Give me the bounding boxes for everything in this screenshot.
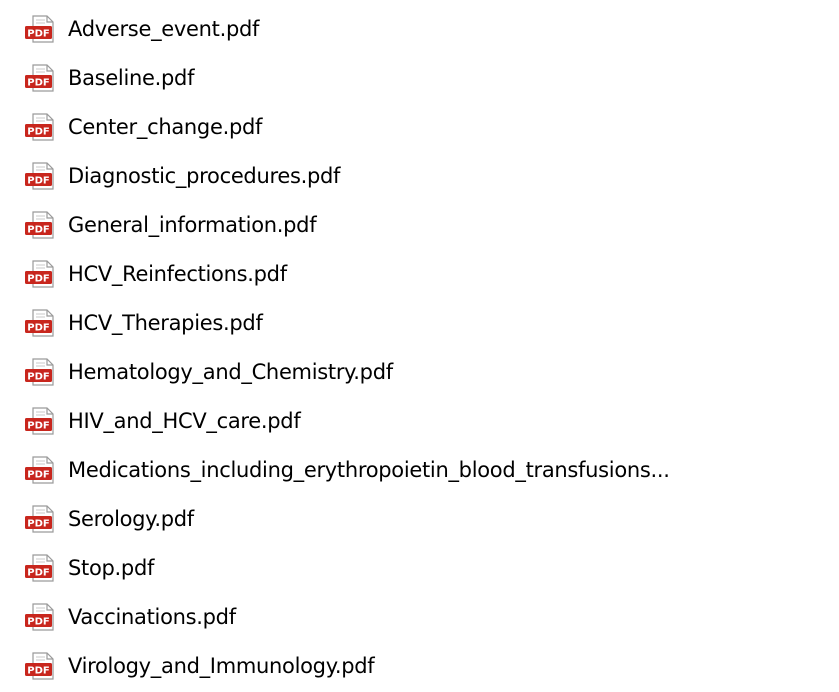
file-name: Center_change.pdf bbox=[68, 115, 263, 139]
pdf-file-icon: PDF bbox=[24, 309, 58, 337]
pdf-file-icon: PDF bbox=[24, 554, 58, 582]
pdf-badge-label: PDF bbox=[27, 617, 49, 628]
file-item[interactable]: PDF Stop.pdf bbox=[24, 546, 824, 590]
pdf-badge-label: PDF bbox=[27, 470, 49, 481]
pdf-badge-label: PDF bbox=[27, 372, 49, 383]
file-item[interactable]: PDF Center_change.pdf bbox=[24, 105, 824, 149]
file-list: PDF Adverse_event.pdf PDF Baseline.pdf P… bbox=[0, 0, 839, 692]
file-name: Adverse_event.pdf bbox=[68, 17, 260, 41]
file-name: HCV_Reinfections.pdf bbox=[68, 262, 287, 286]
file-item[interactable]: PDF Medications_including_erythropoietin… bbox=[24, 448, 824, 492]
pdf-badge-label: PDF bbox=[27, 274, 49, 285]
file-name: HCV_Therapies.pdf bbox=[68, 311, 263, 335]
pdf-badge-label: PDF bbox=[27, 176, 49, 187]
pdf-badge-label: PDF bbox=[27, 519, 49, 530]
file-name: Vaccinations.pdf bbox=[68, 605, 236, 629]
pdf-badge-label: PDF bbox=[27, 568, 49, 579]
pdf-file-icon: PDF bbox=[24, 15, 58, 43]
pdf-file-icon: PDF bbox=[24, 603, 58, 631]
file-item[interactable]: PDF General_information.pdf bbox=[24, 203, 824, 247]
file-name: Medications_including_erythropoietin_blo… bbox=[68, 458, 670, 482]
file-item[interactable]: PDF Adverse_event.pdf bbox=[24, 7, 824, 51]
pdf-file-icon: PDF bbox=[24, 64, 58, 92]
file-item[interactable]: PDF HIV_and_HCV_care.pdf bbox=[24, 399, 824, 443]
pdf-badge-label: PDF bbox=[27, 78, 49, 89]
pdf-badge-label: PDF bbox=[27, 323, 49, 334]
pdf-file-icon: PDF bbox=[24, 211, 58, 239]
pdf-badge-label: PDF bbox=[27, 225, 49, 236]
pdf-file-icon: PDF bbox=[24, 456, 58, 484]
pdf-badge-label: PDF bbox=[27, 666, 49, 677]
file-name: HIV_and_HCV_care.pdf bbox=[68, 409, 301, 433]
pdf-file-icon: PDF bbox=[24, 407, 58, 435]
file-name: General_information.pdf bbox=[68, 213, 317, 237]
pdf-file-icon: PDF bbox=[24, 505, 58, 533]
file-name: Virology_and_Immunology.pdf bbox=[68, 654, 375, 678]
pdf-badge-label: PDF bbox=[27, 421, 49, 432]
pdf-file-icon: PDF bbox=[24, 260, 58, 288]
pdf-badge-label: PDF bbox=[27, 29, 49, 40]
pdf-file-icon: PDF bbox=[24, 652, 58, 680]
file-name: Baseline.pdf bbox=[68, 66, 195, 90]
file-item[interactable]: PDF Diagnostic_procedures.pdf bbox=[24, 154, 824, 198]
file-item[interactable]: PDF Baseline.pdf bbox=[24, 56, 824, 100]
file-name: Serology.pdf bbox=[68, 507, 194, 531]
file-item[interactable]: PDF HCV_Therapies.pdf bbox=[24, 301, 824, 345]
file-item[interactable]: PDF HCV_Reinfections.pdf bbox=[24, 252, 824, 296]
file-name: Diagnostic_procedures.pdf bbox=[68, 164, 341, 188]
pdf-file-icon: PDF bbox=[24, 113, 58, 141]
file-item[interactable]: PDF Vaccinations.pdf bbox=[24, 595, 824, 639]
pdf-file-icon: PDF bbox=[24, 358, 58, 386]
file-name: Hematology_and_Chemistry.pdf bbox=[68, 360, 393, 384]
file-name: Stop.pdf bbox=[68, 556, 155, 580]
file-item[interactable]: PDF Hematology_and_Chemistry.pdf bbox=[24, 350, 824, 394]
file-item[interactable]: PDF Serology.pdf bbox=[24, 497, 824, 541]
pdf-badge-label: PDF bbox=[27, 127, 49, 138]
file-item[interactable]: PDF Virology_and_Immunology.pdf bbox=[24, 644, 824, 688]
pdf-file-icon: PDF bbox=[24, 162, 58, 190]
